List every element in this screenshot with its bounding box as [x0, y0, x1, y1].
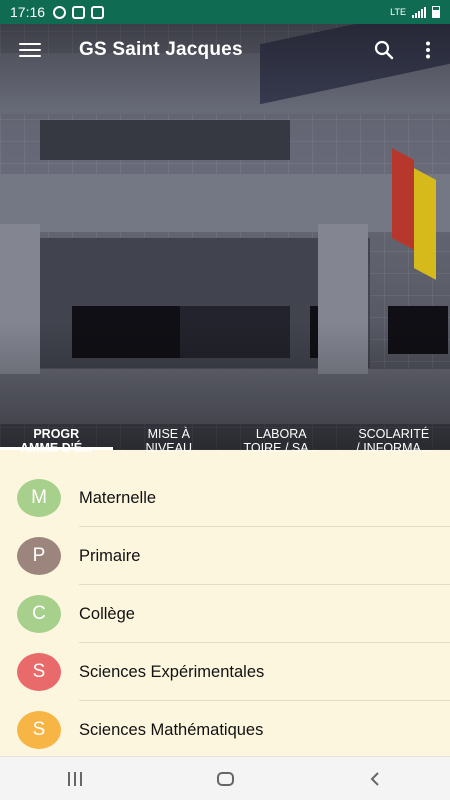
hamburger-icon: [19, 43, 41, 57]
more-options-button[interactable]: [406, 24, 450, 76]
header-image: [0, 24, 450, 450]
list-item[interactable]: S Sciences Expérimentales: [0, 643, 450, 701]
tab-label: MISE À NIVEAU: [145, 427, 193, 455]
avatar: P: [17, 537, 61, 575]
avatar: S: [17, 711, 61, 749]
linkedin-icon: [72, 5, 86, 19]
signal-icon: [412, 6, 426, 18]
status-time: 17:16: [10, 4, 46, 20]
system-nav-bar: [0, 756, 450, 800]
back-button[interactable]: [345, 757, 405, 800]
program-list: M Maternelle P Primaire C Collège S Scie…: [0, 450, 450, 756]
tab-label: LABORA TOIRE / SA...: [243, 427, 319, 455]
more-vert-icon: [426, 41, 430, 59]
tab-scolarite[interactable]: SCOLARITÉ / INFORMA...: [338, 408, 450, 455]
whatsapp-icon: [53, 5, 67, 19]
list-item-label: Primaire: [79, 546, 141, 565]
back-icon: [370, 771, 379, 786]
tab-label: PROGR AMME D'É...: [20, 427, 93, 455]
list-item-label: Sciences Expérimentales: [79, 662, 265, 681]
tab-programme[interactable]: PROGR AMME D'É...: [0, 408, 113, 455]
tab-label: SCOLARITÉ / INFORMA...: [356, 427, 432, 455]
avatar: C: [17, 595, 61, 633]
avatar: M: [17, 479, 61, 517]
tab-bar: PROGR AMME D'É... MISE À NIVEAU LABORA T…: [0, 408, 450, 455]
avatar: S: [17, 653, 61, 691]
menu-button[interactable]: [0, 24, 60, 76]
message-icon: [91, 5, 105, 19]
search-icon: [374, 40, 394, 60]
list-item[interactable]: M Maternelle: [0, 469, 450, 527]
tab-mise-a-niveau[interactable]: MISE À NIVEAU: [113, 408, 226, 455]
battery-icon: [432, 6, 440, 18]
home-button[interactable]: [195, 757, 255, 800]
app-title: GS Saint Jacques: [79, 39, 243, 60]
app-toolbar: GS Saint Jacques: [0, 24, 450, 76]
search-button[interactable]: [362, 24, 406, 76]
network-type: LTE: [390, 7, 406, 17]
status-bar: 17:16 LTE: [0, 0, 450, 24]
tab-laboratoire[interactable]: LABORA TOIRE / SA...: [225, 408, 338, 455]
list-item[interactable]: P Primaire: [0, 527, 450, 585]
list-item-label: Sciences Mathématiques: [79, 720, 264, 739]
home-icon: [216, 771, 234, 786]
list-item[interactable]: S Sciences Mathématiques: [0, 701, 450, 756]
list-item-label: Maternelle: [79, 488, 157, 507]
recent-apps-button[interactable]: [45, 757, 105, 800]
list-item-label: Collège: [79, 604, 135, 623]
list-item[interactable]: C Collège: [0, 585, 450, 643]
recent-apps-icon: [68, 771, 82, 786]
